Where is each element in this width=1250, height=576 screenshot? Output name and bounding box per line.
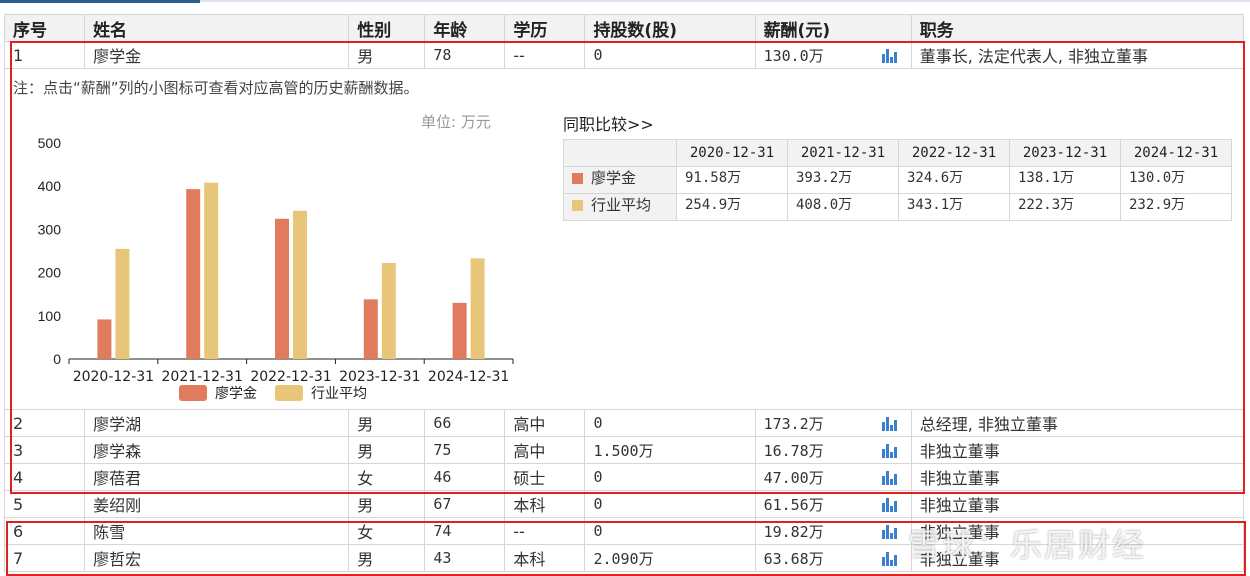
cell-salary: 61.56万 <box>754 490 912 518</box>
watermark: 雪球：乐居财经 <box>908 526 1147 564</box>
header-age[interactable]: 年龄 <box>424 14 506 42</box>
cell-education: 本科 <box>504 490 586 518</box>
table-row[interactable]: 5 姜绍刚男 67 本科 0 61.56万 非独立董事 <box>3 490 1245 518</box>
cell-title: 非独立董事 <box>910 490 1245 518</box>
cell-salary-value: 61.56万 <box>763 495 824 514</box>
header-no[interactable]: 序号 <box>3 14 86 42</box>
top-tab-indicator <box>0 0 200 3</box>
cell-age: 67 <box>424 490 506 518</box>
cell-gender: 男 <box>348 490 426 518</box>
header-title[interactable]: 职务 <box>910 14 1245 42</box>
header-salary[interactable]: 薪酬(元) <box>754 14 912 42</box>
header-shares[interactable]: 持股数(股) <box>584 14 756 42</box>
cell-no: 5 <box>3 490 86 518</box>
cell-name: 姜绍刚 <box>84 490 350 518</box>
header-gender[interactable]: 性别 <box>348 14 426 42</box>
header-education[interactable]: 学历 <box>504 14 586 42</box>
highlight-box-1 <box>10 41 1245 494</box>
bar-chart-icon[interactable] <box>881 498 898 512</box>
cell-shares: 0 <box>584 490 756 518</box>
header-name[interactable]: 姓名 <box>84 14 350 42</box>
table-header-row: 序号 姓名 性别 年龄 学历 持股数(股) 薪酬(元) 职务 <box>3 14 1245 42</box>
